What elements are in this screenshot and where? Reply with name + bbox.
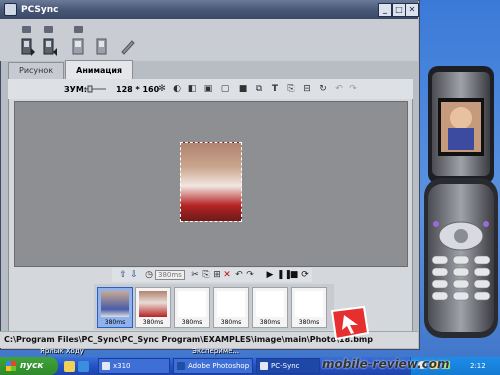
current-frame-image[interactable] — [180, 142, 242, 222]
frame-icon[interactable]: ▣ — [203, 84, 213, 94]
start-label: пуск — [20, 361, 44, 371]
frame-thumbnail[interactable]: 380ms — [291, 287, 327, 328]
tab-strip: Рисунок Анимация — [8, 60, 134, 80]
folder-icon — [102, 362, 110, 370]
frame-copy-icon[interactable]: ⎘ — [201, 270, 211, 280]
windows-logo-icon — [6, 361, 16, 371]
clipboard-icon[interactable]: ⊟ — [302, 84, 312, 94]
open-small-icon — [22, 26, 31, 33]
frame-duration: 380ms — [104, 319, 126, 326]
select-icon[interactable]: ▢ — [220, 84, 230, 94]
frame-paste-icon[interactable]: ⊞ — [212, 270, 222, 280]
taskbar-item-label: x310 — [113, 362, 131, 370]
frame-preview — [256, 291, 284, 317]
frame-preview — [139, 291, 167, 317]
quicklaunch-folder-icon[interactable] — [64, 361, 75, 372]
undo-icon[interactable]: ↶ — [334, 84, 344, 94]
delete-icon[interactable]: ✕ — [222, 270, 232, 280]
frame-preview — [178, 291, 206, 317]
help-small-icon — [74, 26, 83, 33]
phone-preview — [424, 66, 498, 338]
frame-duration: 380ms — [181, 319, 203, 326]
loop-icon[interactable]: ⟳ — [300, 270, 310, 280]
copy-icon[interactable]: ⎘ — [286, 84, 296, 94]
frame-duration: 380ms — [220, 319, 242, 326]
timer-icon: ◷ — [145, 270, 153, 280]
play-icon[interactable]: ▶ — [265, 270, 275, 280]
phone-upload-icon[interactable] — [42, 38, 58, 56]
pause-icon[interactable]: ❚❚ — [277, 270, 292, 280]
app-icon — [4, 3, 17, 16]
watermark: mobile-review.com — [322, 357, 450, 371]
crop-icon[interactable]: ⧉ — [254, 84, 264, 94]
window-title: PCSync — [21, 4, 59, 15]
minimize-button[interactable]: _ — [378, 3, 392, 17]
frame-duration: 380ms — [259, 319, 281, 326]
phone-tools-icon[interactable] — [120, 38, 136, 56]
move-up-icon[interactable]: ⇧ — [118, 270, 128, 280]
taskbar-item[interactable]: x310 — [98, 358, 170, 374]
frame-duration: 380ms — [142, 319, 164, 326]
main-toolbar — [0, 19, 418, 61]
phone-settings-icon[interactable] — [94, 38, 110, 56]
redo-icon[interactable]: ↷ — [348, 84, 358, 94]
taskbar-item-label: PC-Sync — [271, 362, 300, 370]
move-down-icon[interactable]: ⇩ — [129, 270, 139, 280]
desktop-icon-label[interactable]: Ярлык Ходу — [40, 347, 84, 355]
flip-icon[interactable]: ◐ — [172, 84, 182, 94]
frame-thumbnail[interactable]: 380ms — [174, 287, 210, 328]
quicklaunch-ie-icon[interactable] — [78, 361, 89, 372]
taskbar-item[interactable]: Adobe Photoshop — [173, 358, 253, 374]
title-bar[interactable]: PCSync _ □ ✕ — [0, 0, 419, 19]
resolution-label: 128 * 160 — [116, 85, 160, 94]
frame-duration: 380ms — [298, 319, 320, 326]
maximize-button[interactable]: □ — [392, 3, 406, 17]
effects-icon[interactable]: ✻ — [157, 84, 167, 94]
rotate-icon[interactable]: ↻ — [318, 84, 328, 94]
stop-icon[interactable]: ■ — [289, 270, 299, 280]
mirror-icon[interactable]: ◧ — [187, 84, 197, 94]
desktop-icon-label[interactable]: Экспериме... — [192, 347, 239, 355]
frame-preview — [217, 291, 245, 317]
frame-undo-icon[interactable]: ↶ — [234, 270, 244, 280]
clock[interactable]: 2:12 — [470, 357, 486, 375]
taskbar-item[interactable]: PC-Sync — [256, 358, 320, 374]
start-button[interactable]: пуск — [0, 357, 58, 375]
frame-redo-icon[interactable]: ↷ — [245, 270, 255, 280]
frame-thumbnail[interactable]: 380ms — [252, 287, 288, 328]
text-tool-icon[interactable]: T — [270, 84, 280, 94]
tab-picture[interactable]: Рисунок — [8, 62, 65, 80]
taskbar-item-label: Adobe Photoshop — [188, 362, 250, 370]
frame-thumbnail[interactable]: 380ms — [135, 287, 171, 328]
zoom-slider[interactable] — [83, 85, 107, 93]
phone-sync-icon[interactable] — [71, 38, 87, 56]
cut-icon[interactable]: ✂ — [190, 270, 200, 280]
mobile-review-logo-icon — [330, 305, 370, 341]
photoshop-icon — [177, 362, 185, 370]
frame-thumbnail[interactable]: 380ms — [97, 287, 133, 328]
tab-animation[interactable]: Анимация — [65, 60, 134, 80]
frame-preview — [295, 291, 323, 317]
save-small-icon — [44, 26, 53, 33]
phone-download-icon[interactable] — [20, 38, 36, 56]
pcsync-icon — [260, 362, 268, 370]
frame-preview — [101, 291, 129, 317]
fill-icon[interactable]: ■ — [238, 84, 248, 94]
frame-delay-dropdown[interactable]: 380ms — [155, 270, 185, 280]
close-button[interactable]: ✕ — [405, 3, 419, 17]
frame-thumbnail[interactable]: 380ms — [213, 287, 249, 328]
